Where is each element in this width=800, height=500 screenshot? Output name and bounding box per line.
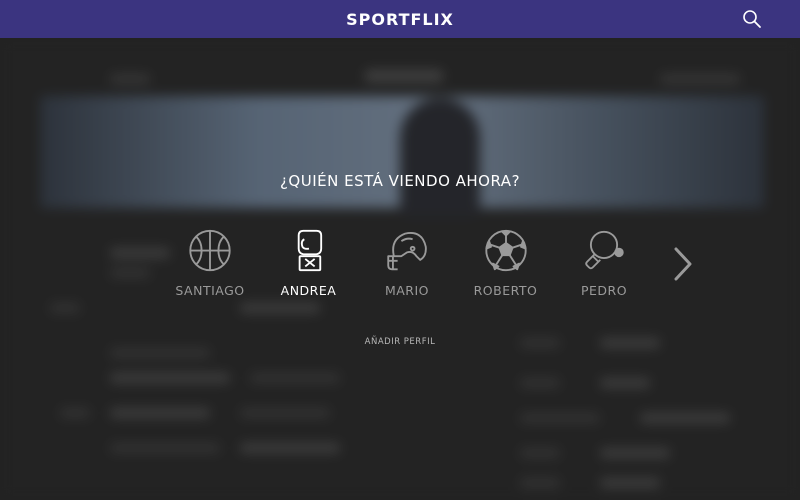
profile-name: ROBERTO bbox=[473, 283, 538, 298]
top-bar: SPORTFLIX bbox=[0, 0, 800, 38]
profile-name: MARIO bbox=[384, 283, 430, 298]
search-icon[interactable] bbox=[742, 9, 762, 29]
football-helmet-icon bbox=[387, 232, 427, 271]
ping-pong-paddle-icon bbox=[585, 230, 624, 270]
profile-andrea[interactable]: ANDREA bbox=[261, 228, 357, 298]
who-is-watching-title: ¿QUIÉN ESTÁ VIENDO AHORA? bbox=[279, 172, 521, 190]
profile-picker: ¿QUIÉN ESTÁ VIENDO AHORA? SANTIAGO ANDRE… bbox=[0, 38, 800, 500]
add-profile-link[interactable]: AÑADIR PERFIL bbox=[0, 337, 800, 347]
chevron-right-icon[interactable] bbox=[672, 246, 694, 282]
profile-pedro[interactable]: PEDRO bbox=[556, 228, 652, 298]
profile-santiago[interactable]: SANTIAGO bbox=[162, 228, 258, 298]
boxing-glove-icon bbox=[297, 229, 322, 272]
profile-name: SANTIAGO bbox=[175, 283, 245, 298]
profile-name: PEDRO bbox=[580, 283, 628, 298]
profile-roberto[interactable]: ROBERTO bbox=[458, 228, 554, 298]
profile-list: SANTIAGO ANDREA MARIO ROBERTO PEDRO bbox=[162, 228, 652, 298]
profile-name: ANDREA bbox=[280, 283, 337, 298]
app-title: SPORTFLIX bbox=[346, 9, 454, 29]
profile-mario[interactable]: MARIO bbox=[359, 228, 455, 298]
soccer-ball-icon bbox=[484, 229, 527, 272]
basketball-icon bbox=[189, 229, 231, 272]
